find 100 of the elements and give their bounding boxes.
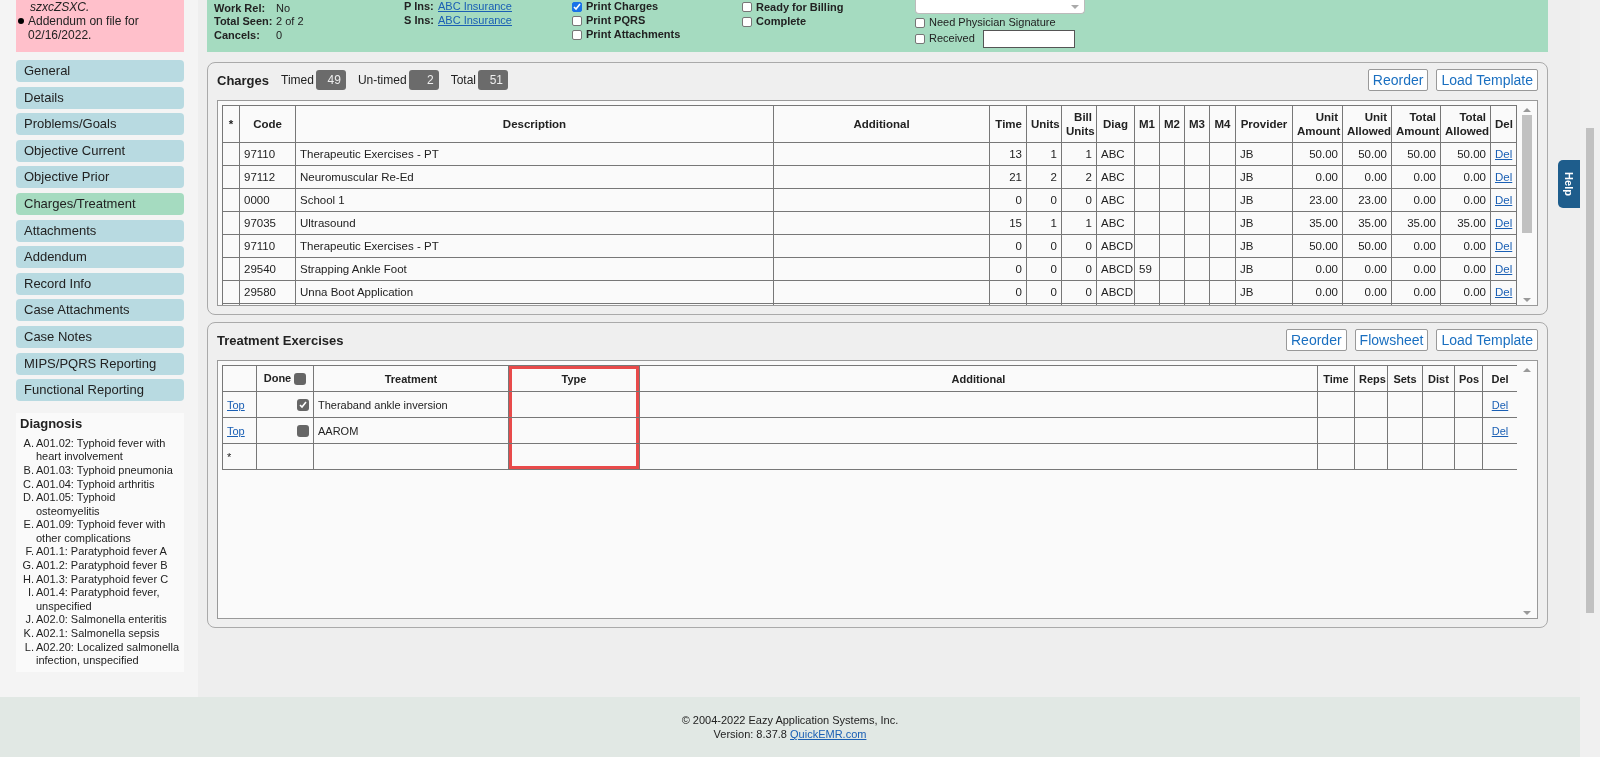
table-cell: Neuromuscular Re-Ed bbox=[295, 165, 774, 189]
table-cell: 2 bbox=[1061, 165, 1097, 189]
table-cell: 23.00 bbox=[1342, 188, 1392, 212]
table-cell: 0 bbox=[989, 234, 1027, 258]
note-text: szxcZSXC. bbox=[30, 0, 91, 14]
table-cell: 0.00 bbox=[1342, 165, 1392, 189]
field-label: Total Seen: bbox=[214, 15, 274, 29]
column-header: Treatment bbox=[313, 365, 509, 392]
column-header: Description bbox=[295, 105, 774, 143]
table-cell: 0 bbox=[989, 257, 1027, 281]
checkbox-label: Need Physician Signature bbox=[929, 16, 1056, 30]
toolbar-button[interactable]: Reorder bbox=[1367, 69, 1429, 91]
table-cell: 1 bbox=[1061, 211, 1097, 235]
diagnosis-text: A01.2: Paratyphoid fever B bbox=[36, 559, 169, 573]
panel-title: Charges bbox=[217, 72, 270, 88]
checkbox-label: Print PQRS bbox=[586, 14, 646, 28]
field-value: No bbox=[276, 1, 292, 15]
diagnosis-text: A01.4: Paratyphoid fever, unspecified bbox=[36, 586, 161, 614]
table-cell: 97035 bbox=[239, 211, 296, 235]
table-cell: 35.00 bbox=[1391, 211, 1441, 235]
insurance-link[interactable]: ABC Insurance bbox=[438, 13, 512, 26]
diagnosis-text: A01.05: Typhoid osteomyelitis bbox=[36, 491, 117, 519]
sidebar-item[interactable]: MIPS/PQRS Reporting bbox=[16, 352, 184, 375]
column-header: Total Allowed bbox=[1440, 105, 1491, 143]
diagnosis-text: A02.20: Localized salmonella infection, unspecified bbox=[36, 640, 180, 668]
checkbox-label: Received bbox=[929, 32, 975, 46]
sidebar-item[interactable]: Attachments bbox=[16, 219, 184, 242]
toolbar-button[interactable]: Flowsheet bbox=[1354, 329, 1429, 351]
table-cell: 50.00 bbox=[1292, 234, 1343, 258]
column-header: M2 bbox=[1159, 105, 1185, 143]
sidebar-item[interactable]: General bbox=[16, 60, 184, 82]
help-tab[interactable]: Help bbox=[1558, 160, 1580, 208]
table-cell: 1 bbox=[1061, 142, 1097, 166]
table-cell: 0.00 bbox=[1342, 257, 1392, 281]
table-cell: * bbox=[222, 443, 257, 470]
counter-label: Un-timed bbox=[357, 73, 407, 87]
toolbar-button[interactable]: Reorder bbox=[1286, 329, 1347, 351]
table-cell: ABCD bbox=[1096, 280, 1135, 304]
column-header: Type bbox=[508, 365, 640, 392]
column-header: M1 bbox=[1134, 105, 1160, 143]
table-cell: 97110 bbox=[239, 142, 296, 166]
table-cell: 0.00 bbox=[1391, 234, 1441, 258]
table-cell: 50.00 bbox=[1342, 234, 1392, 258]
table-cell: 0 bbox=[1026, 280, 1062, 304]
table-cell: 2 bbox=[1026, 165, 1062, 189]
sidebar-item[interactable]: Objective Prior bbox=[16, 166, 184, 189]
table-cell: ABCD bbox=[1096, 234, 1135, 258]
counter-label: Total bbox=[450, 73, 476, 87]
column-header: M3 bbox=[1184, 105, 1210, 143]
table-cell: 0 bbox=[1061, 234, 1097, 258]
column-header: Time bbox=[1317, 365, 1355, 392]
table-cell: Ultrasound bbox=[295, 211, 774, 235]
table-cell: 35.00 bbox=[1342, 211, 1392, 235]
table-cell: 15 bbox=[989, 211, 1027, 235]
diagnosis-text: A02.1: Salmonella sepsis bbox=[36, 627, 161, 641]
table-cell: 0.00 bbox=[1391, 188, 1441, 212]
table-cell: 23.00 bbox=[1292, 188, 1343, 212]
diagnosis-text: A01.3: Paratyphoid fever C bbox=[36, 572, 170, 587]
table-cell: ABC bbox=[1096, 211, 1135, 235]
sidebar-item[interactable]: Details bbox=[16, 86, 184, 109]
table-cell: 0 bbox=[1026, 188, 1062, 212]
column-header: Diag bbox=[1096, 105, 1135, 143]
insurance-link[interactable]: ABC Insurance bbox=[438, 0, 512, 12]
diagnosis-letter: E. bbox=[22, 518, 34, 533]
panel-title: Treatment Exercises bbox=[217, 332, 344, 348]
table-cell: 50.00 bbox=[1342, 142, 1392, 166]
sidebar-item[interactable]: Case Attachments bbox=[16, 299, 184, 322]
field-label: Cancels: bbox=[214, 28, 261, 42]
sidebar-item[interactable]: Addendum bbox=[16, 246, 184, 269]
table-cell: JB bbox=[1235, 257, 1293, 281]
table-cell: 0.00 bbox=[1391, 165, 1441, 189]
sidebar-item[interactable]: Problems/Goals bbox=[16, 113, 184, 136]
website-link[interactable]: QuickEMR.com bbox=[790, 728, 867, 740]
table-cell: 35.00 bbox=[1440, 211, 1491, 235]
sidebar-item[interactable]: Charges/Treatment bbox=[16, 192, 184, 215]
diagnosis-letter: K. bbox=[22, 627, 34, 641]
column-header: Unit Allowed bbox=[1342, 105, 1392, 143]
toolbar-button[interactable]: Load Template bbox=[1436, 329, 1538, 351]
table-cell: 29580 bbox=[239, 280, 296, 304]
diagnosis-text: A01.03: Typhoid pneumonia bbox=[36, 463, 174, 478]
table-cell: 0.00 bbox=[1440, 165, 1491, 189]
column-header: Pos bbox=[1454, 365, 1483, 392]
column-header: * bbox=[222, 105, 240, 143]
sidebar-item[interactable]: Functional Reporting bbox=[16, 379, 184, 402]
table-cell: Therapeutic Exercises - PT bbox=[295, 234, 774, 258]
field-value: 0 bbox=[276, 28, 284, 42]
column-header: Unit Amount bbox=[1292, 105, 1343, 143]
diagnosis-letter: A. bbox=[22, 436, 34, 451]
sidebar-item[interactable]: Record Info bbox=[16, 272, 184, 295]
diagnosis-title: Diagnosis bbox=[20, 417, 84, 431]
diagnosis-letter: C. bbox=[22, 477, 34, 492]
column-header: Additional bbox=[639, 365, 1318, 392]
column-header: Total Amount bbox=[1391, 105, 1441, 143]
sidebar-item[interactable]: Objective Current bbox=[16, 139, 184, 162]
toolbar-button[interactable]: Load Template bbox=[1436, 69, 1538, 91]
diagnosis-letter: J. bbox=[24, 613, 34, 628]
table-cell: ABC bbox=[1096, 165, 1135, 189]
sidebar-item[interactable]: Case Notes bbox=[16, 325, 184, 348]
diagnosis-text: A01.02: Typhoid fever with heart involvement bbox=[36, 436, 167, 464]
table-cell: 1 bbox=[1026, 211, 1062, 235]
